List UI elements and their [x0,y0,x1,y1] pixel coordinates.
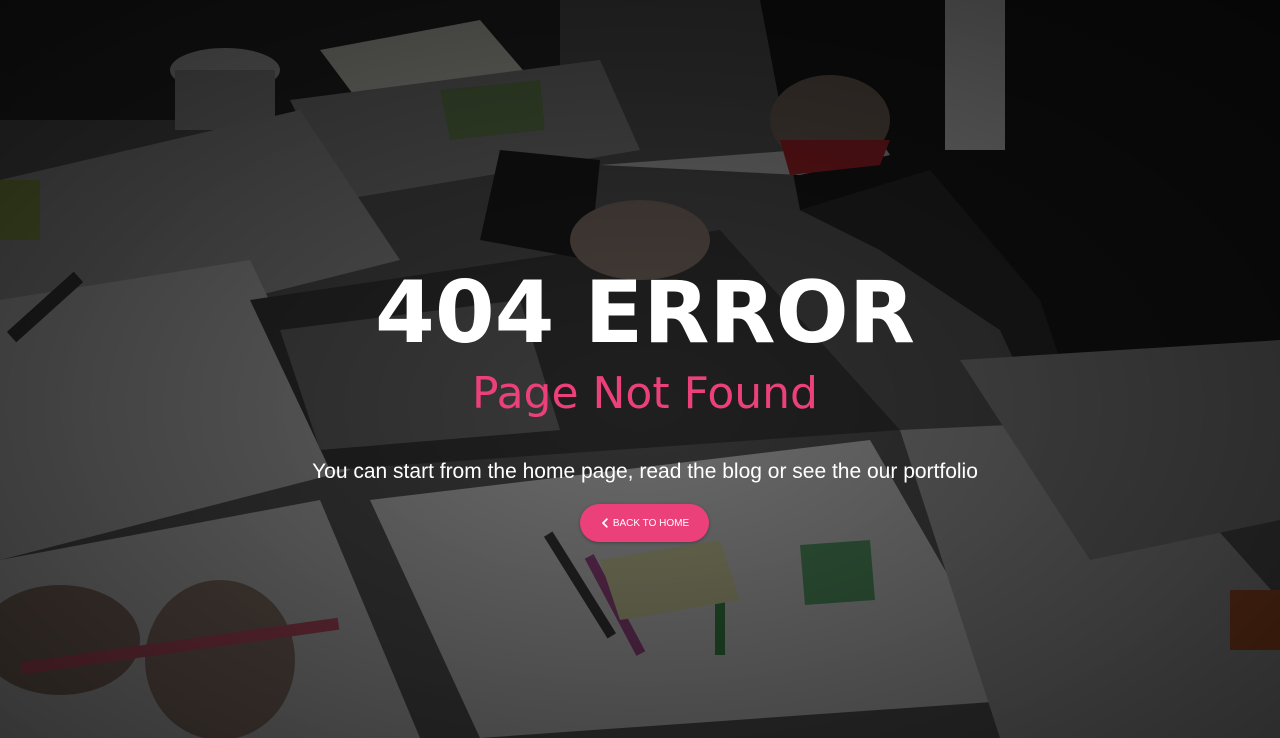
error-message: You can start from the home page, read t… [312,460,978,483]
back-to-home-label: BACK TO HOME [612,517,690,529]
error-page: 404 ERROR Page Not Found You can start f… [0,0,1280,738]
error-title: 404 ERROR [375,263,915,363]
error-subtitle: Page Not Found [472,368,818,419]
chevron-left-icon [601,518,608,528]
back-to-home-button[interactable]: BACK TO HOME [580,504,709,542]
error-content: 404 ERROR Page Not Found You can start f… [0,0,1280,738]
